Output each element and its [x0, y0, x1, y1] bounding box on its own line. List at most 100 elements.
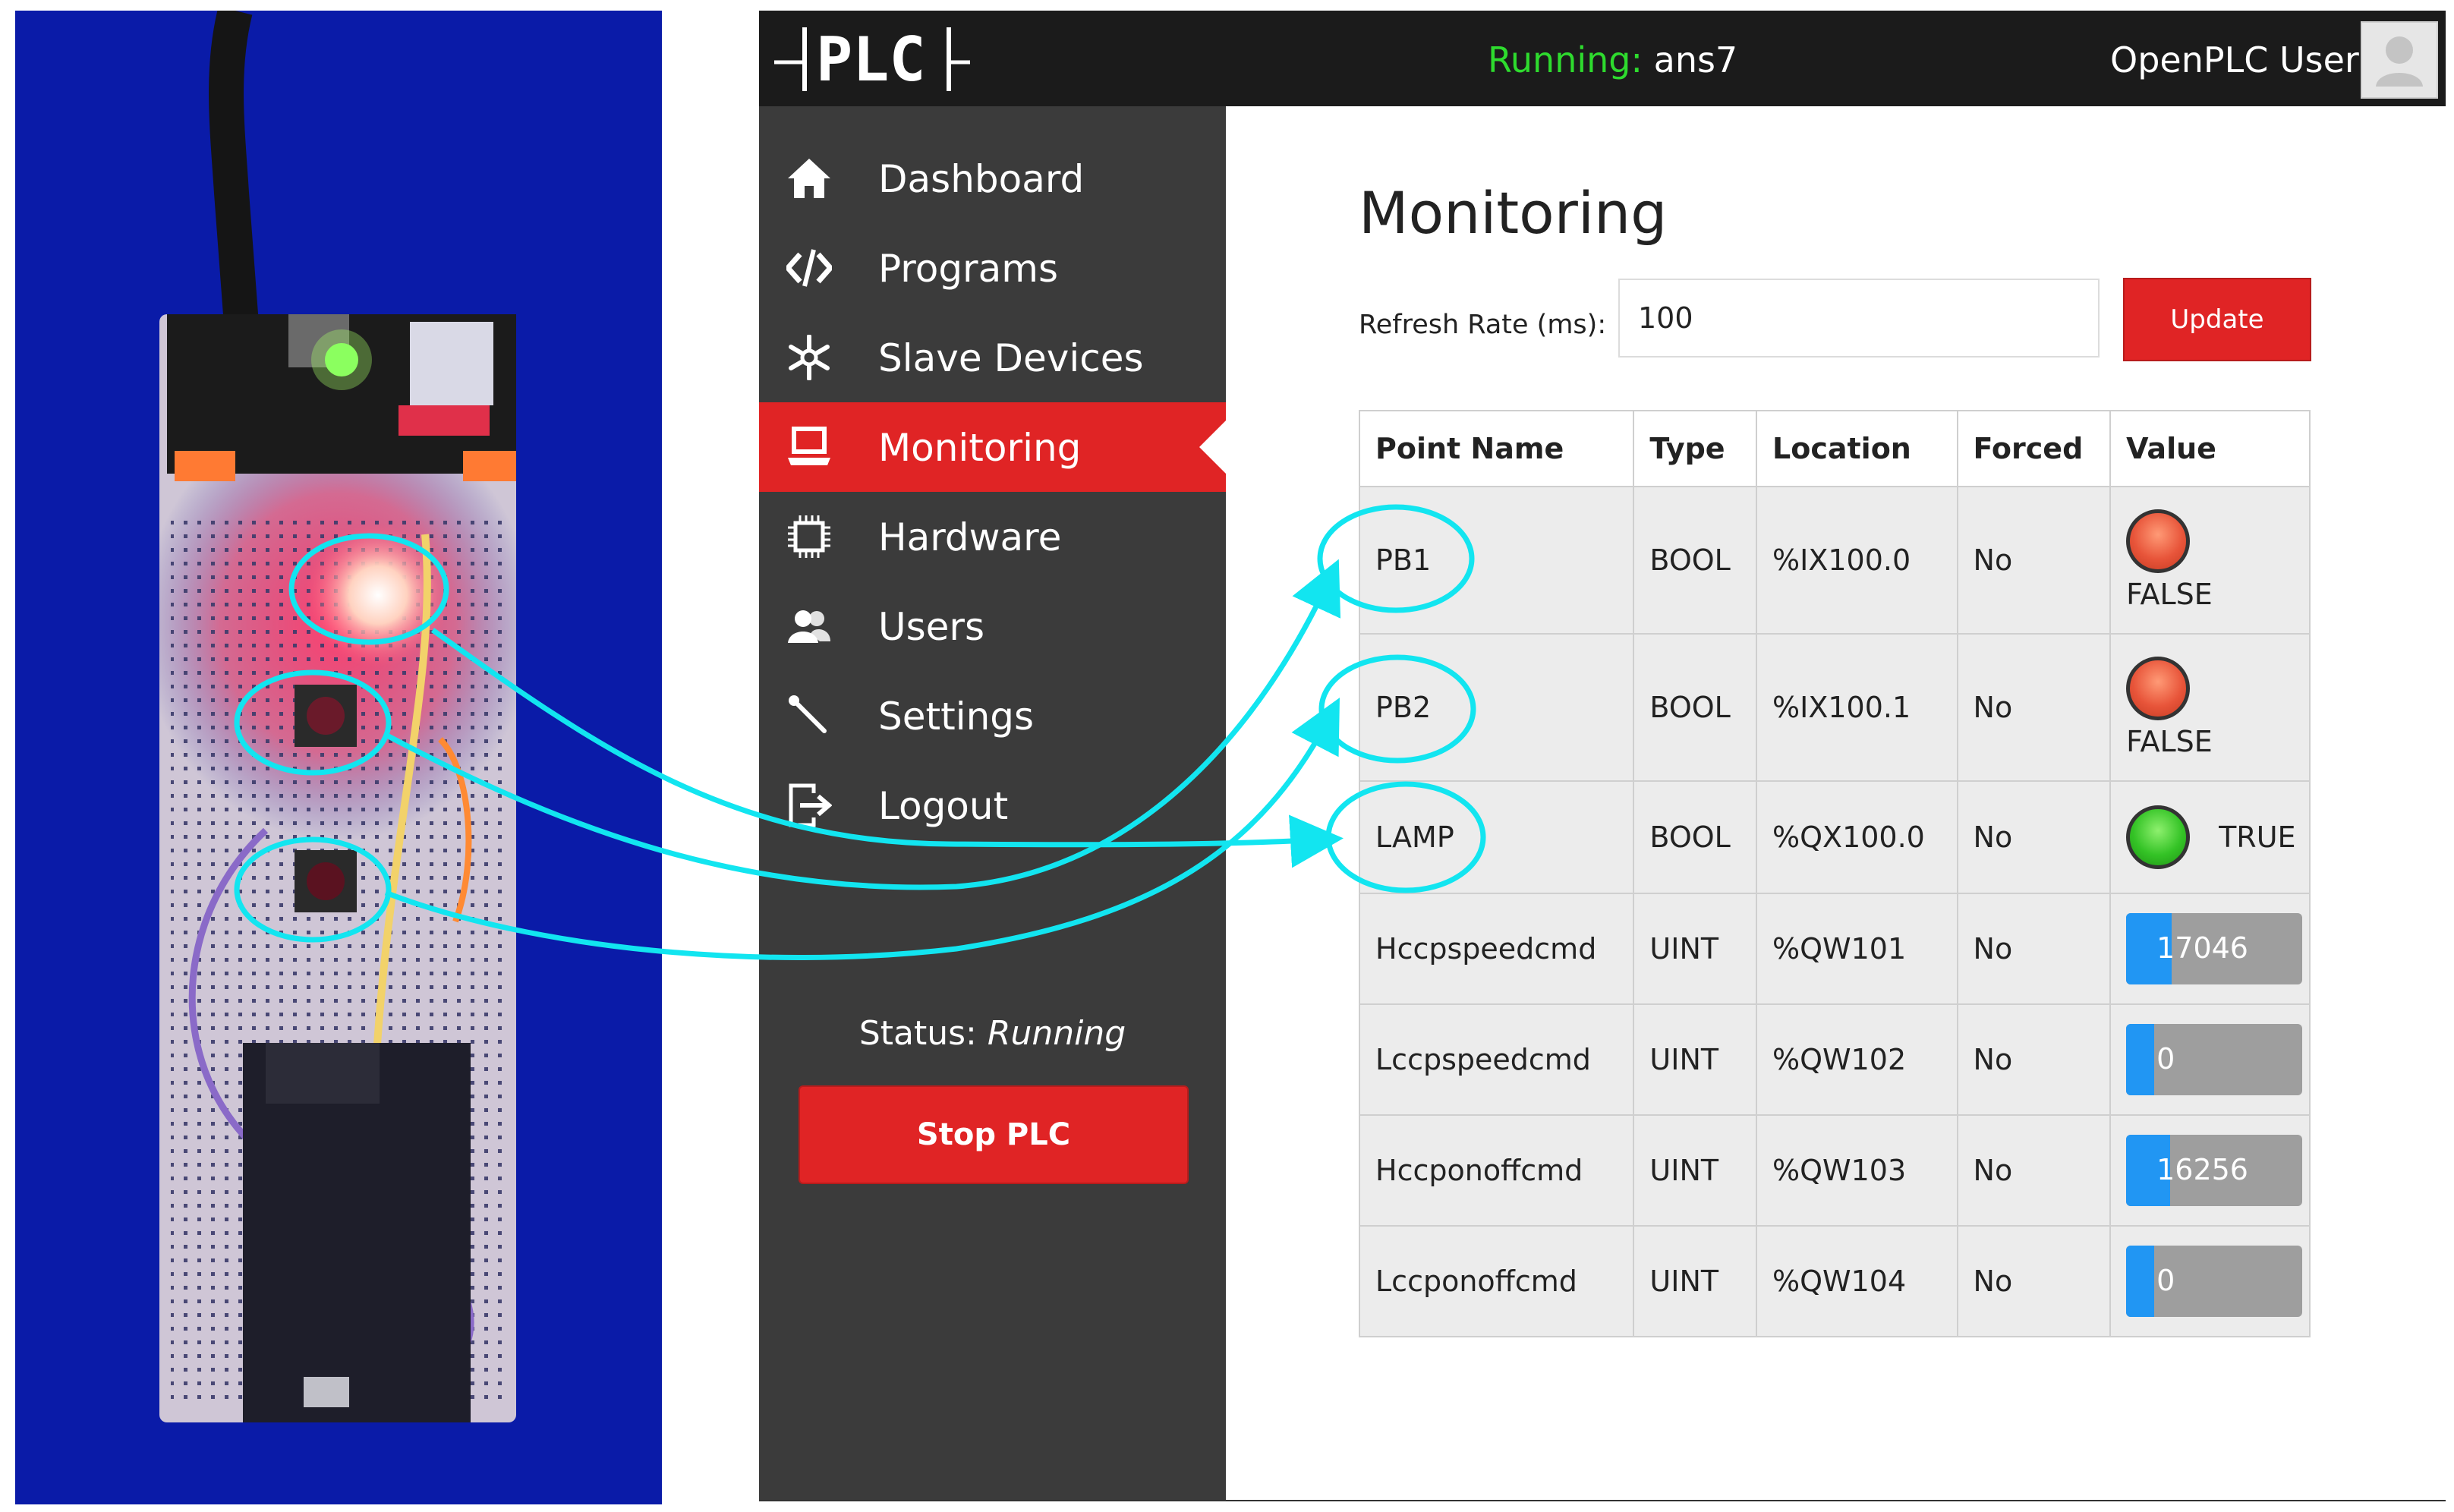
sidebar-item-label: Hardware	[878, 515, 1062, 559]
stop-plc-button[interactable]: Stop PLC	[799, 1085, 1189, 1184]
svg-text:PLC: PLC	[816, 24, 926, 95]
bool-value: FALSE	[2126, 725, 2213, 758]
cell-name[interactable]: LAMP	[1358, 780, 1635, 894]
value-number: 17046	[2156, 931, 2248, 965]
cell-type: UINT	[1633, 1003, 1758, 1116]
column-header: Forced	[1956, 410, 2112, 487]
cell-value[interactable]: TRUE	[2109, 780, 2311, 894]
sidebar-item-label: Dashboard	[878, 157, 1085, 201]
snowflake-icon	[789, 335, 830, 380]
cell-name[interactable]: Hccpspeedcmd	[1358, 893, 1635, 1005]
value-bar-fill	[2126, 1024, 2155, 1095]
value-bar: 0	[2126, 1246, 2303, 1317]
table-row: LAMP BOOL %QX100.0 No TRUE	[1358, 780, 2311, 894]
cell-name[interactable]: PB1	[1358, 486, 1635, 635]
cell-value[interactable]: FALSE	[2109, 486, 2311, 635]
cell-type: UINT	[1633, 893, 1758, 1005]
cell-location: %IX100.0	[1756, 486, 1958, 635]
table-row: PB1 BOOL %IX100.0 No FALSE	[1358, 486, 2311, 635]
table-row: Hccponoffcmd UINT %QW103 No 16256	[1358, 1114, 2311, 1227]
cell-name[interactable]: Hccponoffcmd	[1358, 1114, 1635, 1227]
cell-value[interactable]: 16256	[2109, 1114, 2311, 1227]
cell-value[interactable]: 0	[2109, 1003, 2311, 1116]
cell-location: %QW102	[1756, 1003, 1958, 1116]
sidebar-item-hardware[interactable]: Hardware	[759, 492, 1226, 581]
cell-name[interactable]: Lccponoffcmd	[1358, 1225, 1635, 1337]
code-icon	[786, 249, 832, 287]
home-icon	[788, 159, 830, 198]
bool-value: TRUE	[2219, 821, 2296, 854]
running-label: Running:	[1488, 39, 1643, 80]
cell-forced: No	[1956, 1114, 2112, 1227]
sidebar-item-label: Slave Devices	[878, 336, 1144, 380]
sidebar-item-logout[interactable]: Logout	[759, 761, 1226, 850]
openplc-logo: PLC	[774, 24, 970, 95]
page-title: Monitoring	[1359, 179, 1668, 247]
running-status: Running: ans7	[1488, 39, 1737, 80]
bool-indicator: TRUE	[2126, 805, 2309, 869]
logout-icon	[789, 783, 832, 827]
cell-value[interactable]: 17046	[2109, 893, 2311, 1005]
table-row: Lccpspeedcmd UINT %QW102 No 0	[1358, 1003, 2311, 1116]
sidebar-item-users[interactable]: Users	[759, 581, 1226, 671]
program-name: ans7	[1653, 39, 1738, 80]
sidebar-item-monitoring[interactable]: Monitoring	[759, 402, 1226, 492]
wrench-icon	[789, 695, 827, 733]
column-header: Value	[2109, 410, 2311, 487]
column-header: Type	[1633, 410, 1758, 487]
value-bar: 16256	[2126, 1135, 2303, 1206]
update-button[interactable]: Update	[2123, 278, 2311, 361]
cell-name[interactable]: PB2	[1358, 633, 1635, 782]
user-name[interactable]: OpenPLC User	[2110, 39, 2359, 80]
sidebar-item-label: Logout	[878, 784, 1009, 828]
cell-forced: No	[1956, 486, 2112, 635]
bool-indicator: FALSE	[2126, 657, 2309, 758]
column-header: Point Name	[1358, 410, 1635, 487]
avatar[interactable]	[2361, 21, 2438, 99]
green-led-icon	[2126, 805, 2191, 869]
bool-indicator: FALSE	[2126, 509, 2309, 611]
table-row: PB2 BOOL %IX100.1 No FALSE	[1358, 633, 2311, 782]
refresh-rate-label: Refresh Rate (ms):	[1359, 310, 1607, 340]
table-header-row: Point Name Type Location Forced Value	[1358, 410, 2311, 487]
sidebar-item-dashboard[interactable]: Dashboard	[759, 134, 1226, 223]
cell-forced: No	[1956, 1003, 2112, 1116]
user-icon	[2376, 36, 2423, 87]
column-header: Location	[1756, 410, 1958, 487]
refresh-rate-input[interactable]	[1618, 279, 2100, 358]
cell-location: %QW104	[1756, 1225, 1958, 1337]
value-bar: 17046	[2126, 913, 2303, 984]
table-body: PB1 BOOL %IX100.0 No FALSE PB2 BOOL %IX100.1 No F…	[1358, 486, 2311, 1337]
table-row: Hccpspeedcmd UINT %QW101 No 17046	[1358, 893, 2311, 1005]
cell-value[interactable]: 0	[2109, 1225, 2311, 1337]
value-number: 0	[2156, 1264, 2175, 1297]
red-led-icon	[2126, 657, 2191, 720]
plc-status: Status: Running	[759, 1014, 1226, 1053]
cell-location: %QW103	[1756, 1114, 1958, 1227]
value-number: 0	[2156, 1042, 2175, 1076]
sidebar-item-label: Programs	[878, 247, 1059, 291]
cell-type: BOOL	[1633, 486, 1758, 635]
monitoring-table: Point Name Type Location Forced Value PB…	[1358, 410, 2311, 1337]
users-icon	[788, 610, 830, 643]
cell-value[interactable]: FALSE	[2109, 633, 2311, 782]
cell-type: UINT	[1633, 1225, 1758, 1337]
cell-forced: No	[1956, 633, 2112, 782]
sidebar-item-label: Users	[878, 605, 985, 649]
cell-location: %QW101	[1756, 893, 1958, 1005]
status-label: Status:	[858, 1014, 977, 1053]
cell-type: BOOL	[1633, 780, 1758, 894]
cell-name[interactable]: Lccpspeedcmd	[1358, 1003, 1635, 1116]
laptop-icon	[788, 427, 830, 465]
cell-type: BOOL	[1633, 633, 1758, 782]
value-bar: 0	[2126, 1024, 2303, 1095]
sidebar-item-settings[interactable]: Settings	[759, 671, 1226, 761]
sidebar-item-programs[interactable]: Programs	[759, 223, 1226, 313]
sidebar-item-slave-devices[interactable]: Slave Devices	[759, 313, 1226, 402]
sidebar: Dashboard Programs Slave Devices Monitor…	[759, 106, 1226, 1500]
value-bar-fill	[2126, 1246, 2155, 1317]
table-row: Lccponoffcmd UINT %QW104 No 0	[1358, 1225, 2311, 1337]
cell-location: %QX100.0	[1756, 780, 1958, 894]
value-number: 16256	[2156, 1153, 2248, 1186]
cell-location: %IX100.1	[1756, 633, 1958, 782]
